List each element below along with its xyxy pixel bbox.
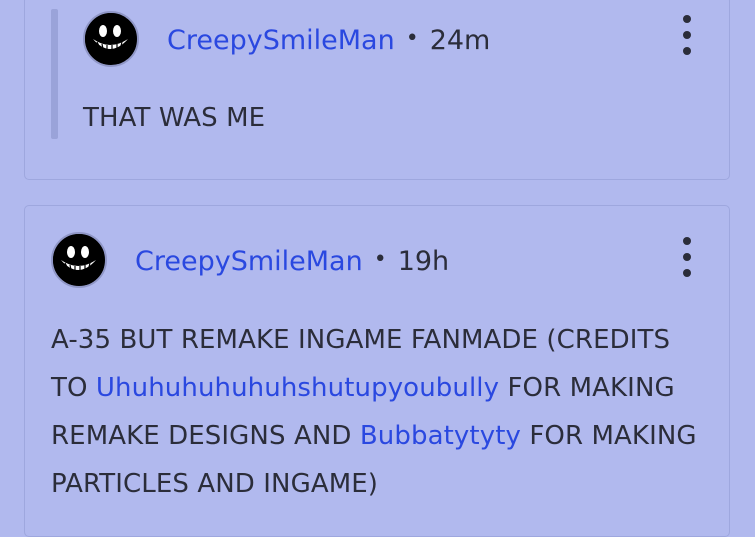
reply-thread-line <box>51 9 58 139</box>
reply-separator: • <box>405 26 419 51</box>
reply-timestamp: 24m <box>429 25 491 56</box>
comment-more-options-button[interactable] <box>677 237 697 277</box>
comment-text-line: REMAKE DESIGNS AND Bubbatytyty FOR MAKIN… <box>51 412 721 460</box>
comment-separator: • <box>373 247 387 272</box>
reply-text: THAT WAS ME <box>83 103 266 133</box>
more-vertical-icon-dot <box>683 47 691 55</box>
more-vertical-icon-dot <box>683 237 691 245</box>
more-vertical-icon-dot <box>683 31 691 39</box>
comment-text-segment: TO <box>51 373 96 403</box>
reply-more-options-button[interactable] <box>677 15 697 55</box>
comment-text-segment: A-35 BUT REMAKE INGAME FANMADE (CREDITS <box>51 325 671 355</box>
comment-text-segment: PARTICLES AND INGAME) <box>51 469 379 499</box>
creepy-smile-avatar-icon <box>53 234 104 285</box>
reply-avatar[interactable] <box>83 11 139 67</box>
comment-text-line: PARTICLES AND INGAME) <box>51 460 721 508</box>
comment-card: CreepySmileMan • 19h A-35 BUT REMAKE ING… <box>24 205 730 537</box>
creepy-smile-avatar-icon <box>85 13 136 64</box>
comment-meta: CreepySmileMan • 19h <box>135 246 449 277</box>
comment-avatar[interactable] <box>51 232 107 288</box>
comment-username[interactable]: CreepySmileMan <box>135 246 363 277</box>
comment-text-line: A-35 BUT REMAKE INGAME FANMADE (CREDITS <box>51 316 721 364</box>
comment-timestamp: 19h <box>397 246 450 277</box>
reply-card: CreepySmileMan • 24m THAT WAS ME <box>24 0 730 180</box>
comment-text-segment: REMAKE DESIGNS AND <box>51 421 360 451</box>
reply-meta: CreepySmileMan • 24m <box>167 25 490 56</box>
mention-link[interactable]: Uhuhuhuhuhuhshutupyoubully <box>96 373 499 403</box>
comment-text-segment: FOR MAKING <box>499 373 675 403</box>
more-vertical-icon-dot <box>683 253 691 261</box>
comment-text-segment: FOR MAKING <box>520 421 697 451</box>
mention-link[interactable]: Bubbatytyty <box>360 421 521 451</box>
more-vertical-icon-dot <box>683 269 691 277</box>
comment-text: A-35 BUT REMAKE INGAME FANMADE (CREDITS … <box>51 316 721 508</box>
comment-text-line: TO Uhuhuhuhuhuhshutupyoubully FOR MAKING <box>51 364 721 412</box>
reply-username[interactable]: CreepySmileMan <box>167 25 395 56</box>
more-vertical-icon-dot <box>683 15 691 23</box>
